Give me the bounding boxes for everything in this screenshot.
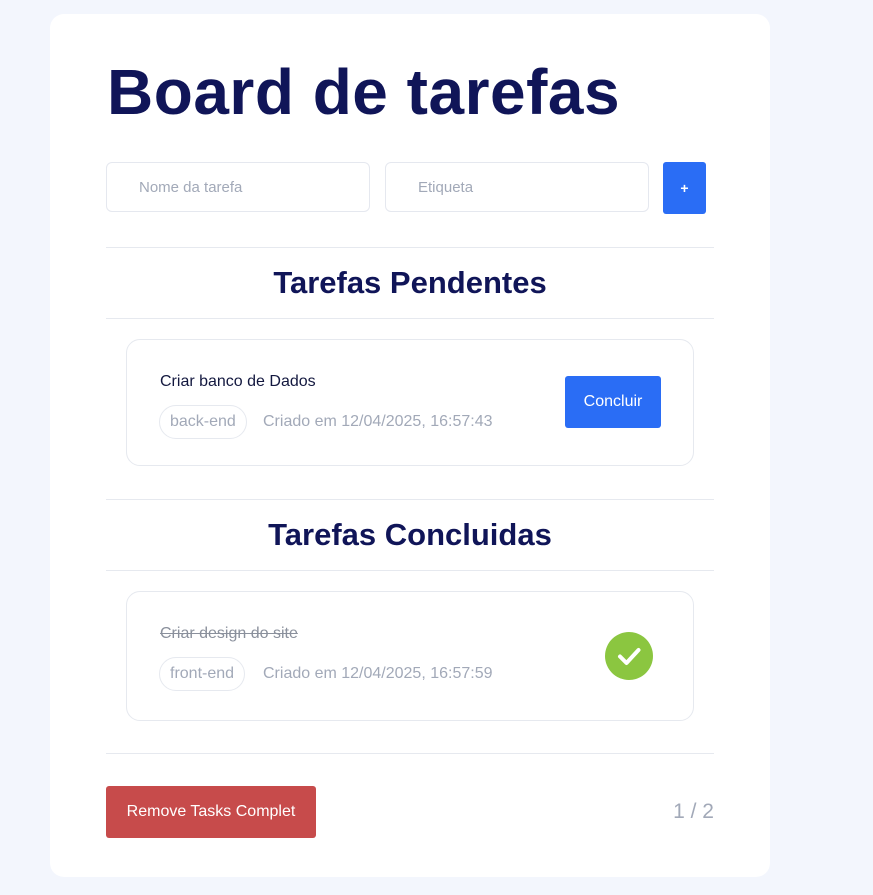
conclude-button[interactable]: Concluir bbox=[565, 376, 661, 428]
task-created-date: Criado em 12/04/2025, 16:57:43 bbox=[263, 413, 493, 430]
task-tag-badge: front-end bbox=[159, 657, 246, 691]
divider bbox=[106, 570, 714, 571]
task-tag-badge: back-end bbox=[159, 405, 247, 439]
remove-completed-button[interactable]: Remove Tasks Complet bbox=[106, 786, 316, 838]
board-card: Board de tarefas + Tarefas Pendentes Cri… bbox=[50, 14, 770, 877]
task-name: Criar banco de Dados bbox=[160, 373, 316, 390]
check-icon bbox=[605, 632, 653, 680]
completed-section-title: Tarefas Concluidas bbox=[268, 517, 552, 552]
completed-task-item: Criar design do site front-end Criado em… bbox=[126, 591, 694, 721]
divider bbox=[106, 318, 714, 319]
pagination-indicator: 1 / 2 bbox=[673, 800, 714, 823]
divider bbox=[106, 247, 714, 248]
page-title: Board de tarefas bbox=[107, 56, 621, 128]
divider bbox=[106, 499, 714, 500]
pending-task-item: Criar banco de Dados back-end Criado em … bbox=[126, 339, 694, 466]
task-name-input[interactable] bbox=[106, 162, 370, 212]
divider bbox=[106, 753, 714, 754]
task-tag-input[interactable] bbox=[385, 162, 649, 212]
pending-section-title: Tarefas Pendentes bbox=[273, 265, 547, 300]
task-created-date: Criado em 12/04/2025, 16:57:59 bbox=[263, 665, 493, 682]
task-name: Criar design do site bbox=[160, 625, 298, 642]
add-task-button[interactable]: + bbox=[663, 162, 706, 214]
